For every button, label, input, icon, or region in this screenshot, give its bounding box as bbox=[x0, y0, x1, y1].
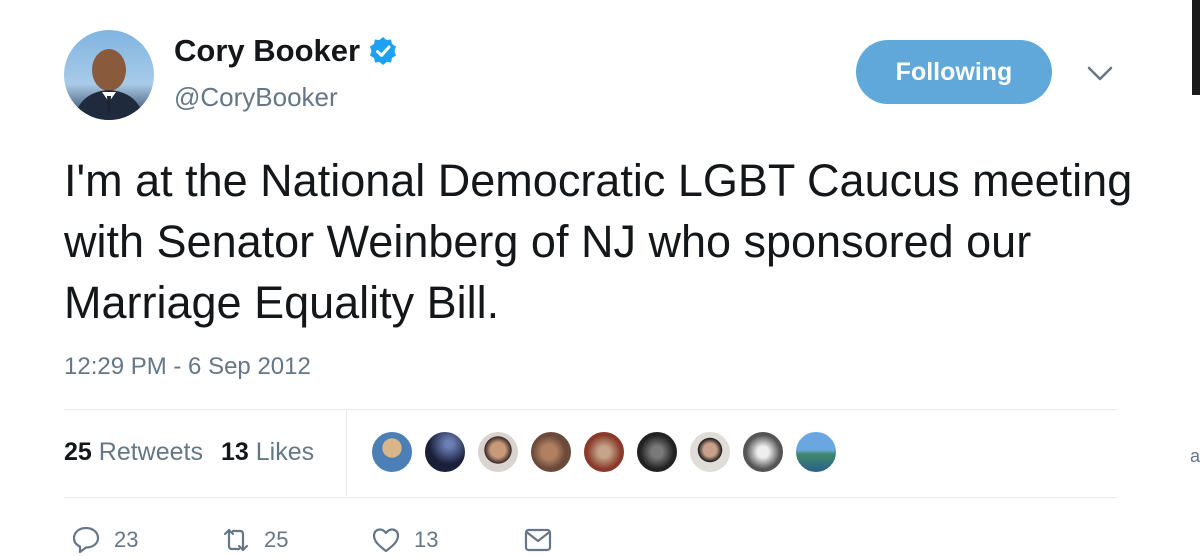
divider bbox=[64, 497, 1117, 498]
author-name-row[interactable]: Cory Booker bbox=[174, 33, 398, 69]
tweet-timestamp[interactable]: 12:29 PM - 6 Sep 2012 bbox=[64, 353, 311, 381]
liker-avatar[interactable] bbox=[423, 430, 467, 474]
divider bbox=[346, 410, 347, 496]
envelope-icon bbox=[524, 528, 552, 552]
scrollbar[interactable] bbox=[1192, 0, 1200, 95]
divider bbox=[64, 409, 1117, 410]
liker-avatar[interactable] bbox=[582, 430, 626, 474]
like-count: 13 bbox=[414, 527, 439, 552]
liker-avatar[interactable] bbox=[370, 430, 414, 474]
reply-count: 23 bbox=[114, 527, 139, 552]
chevron-down-icon[interactable] bbox=[1086, 64, 1114, 84]
heart-icon bbox=[372, 528, 400, 553]
author-handle[interactable]: @CoryBooker bbox=[174, 82, 338, 113]
retweet-action[interactable]: 25 bbox=[220, 524, 288, 556]
like-action[interactable]: 13 bbox=[370, 524, 438, 556]
likes-stat[interactable]: 13 Likes bbox=[221, 438, 314, 466]
verified-badge-icon bbox=[370, 37, 397, 65]
retweets-label: Retweets bbox=[98, 438, 203, 466]
liker-avatars bbox=[370, 430, 838, 474]
retweets-count: 25 bbox=[64, 438, 92, 466]
retweets-stat[interactable]: 25 Retweets bbox=[64, 438, 203, 466]
tweet-text: I'm at the National Democratic LGBT Cauc… bbox=[64, 155, 1133, 328]
likes-count: 13 bbox=[220, 438, 249, 466]
avatar[interactable] bbox=[64, 30, 154, 120]
retweet-icon bbox=[223, 528, 249, 552]
direct-message-action[interactable] bbox=[522, 524, 554, 556]
liker-avatar[interactable] bbox=[529, 430, 573, 474]
liker-avatar[interactable] bbox=[635, 430, 679, 474]
liker-avatar[interactable] bbox=[476, 430, 520, 474]
author-name[interactable]: Cory Booker bbox=[174, 33, 360, 69]
reply-action[interactable]: 23 bbox=[70, 524, 138, 556]
liker-avatar[interactable] bbox=[688, 430, 732, 474]
edge-text-fragment: a bbox=[1190, 446, 1200, 466]
tweet-stats: 25 Retweets 13 Likes bbox=[64, 438, 314, 467]
likes-label: Likes bbox=[255, 438, 315, 466]
liker-avatar[interactable] bbox=[741, 430, 785, 474]
following-button[interactable]: Following bbox=[856, 40, 1052, 104]
reply-icon bbox=[72, 526, 100, 554]
liker-avatar[interactable] bbox=[794, 430, 838, 474]
retweet-count: 25 bbox=[264, 527, 289, 552]
